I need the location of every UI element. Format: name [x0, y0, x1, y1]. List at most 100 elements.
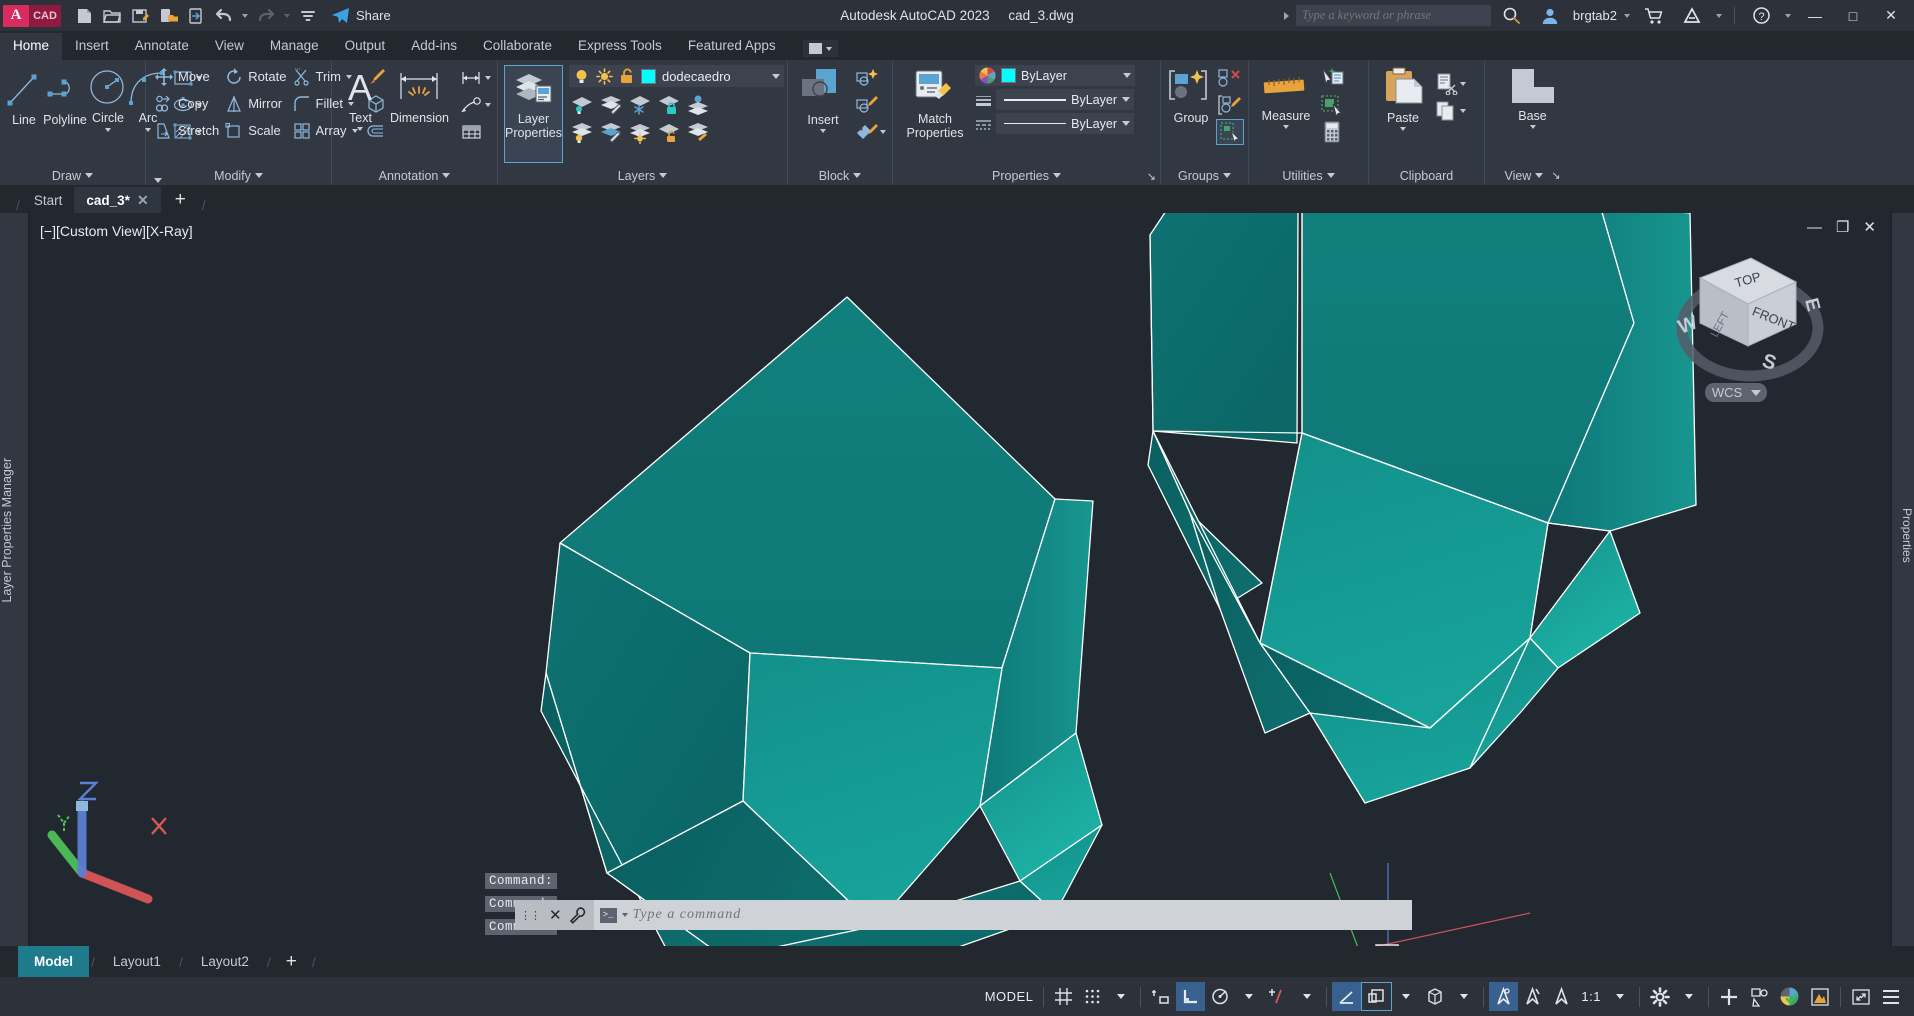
linear-dimension-caret-icon[interactable]: [485, 75, 491, 80]
layer-lock-icon[interactable]: [656, 92, 682, 117]
layout-tab-layout1[interactable]: Layout1: [97, 946, 177, 977]
line-tool[interactable]: Line: [6, 65, 42, 127]
new-file-icon[interactable]: [71, 4, 97, 28]
3d-object-snap-caret-icon[interactable]: [1450, 982, 1478, 1011]
rotate-tool[interactable]: Rotate: [222, 64, 289, 89]
panel-view-caret-icon[interactable]: [1535, 173, 1544, 178]
scale-tool[interactable]: Scale: [222, 118, 289, 143]
help-menu-caret-icon[interactable]: [1785, 13, 1791, 18]
workspace-settings-caret-icon[interactable]: [1675, 982, 1703, 1011]
tab-output[interactable]: Output: [332, 33, 399, 60]
autodesk-app-icon[interactable]: [1675, 1, 1709, 31]
group-selection-on-icon[interactable]: [1216, 119, 1244, 145]
tab-addins[interactable]: Add-ins: [398, 33, 470, 60]
open-file-icon[interactable]: [99, 4, 125, 28]
table-icon[interactable]: [459, 119, 485, 144]
maximize-button[interactable]: □: [1836, 1, 1870, 31]
color-dropdown[interactable]: ByLayer: [975, 65, 1135, 86]
ribbon-more-tabs-button[interactable]: [802, 40, 838, 57]
polyline-tool[interactable]: Polyline: [42, 65, 88, 127]
circle-tool-caret-icon[interactable]: [105, 128, 111, 132]
properties-dialog-launcher[interactable]: ↘: [1147, 170, 1156, 183]
mirror-tool[interactable]: Mirror: [222, 91, 289, 116]
insert-block-button[interactable]: Insert: [794, 65, 852, 133]
calculator-icon[interactable]: [1319, 119, 1345, 144]
dynamic-ucs-toggle[interactable]: [1489, 982, 1519, 1011]
tab-collaborate[interactable]: Collaborate: [470, 33, 565, 60]
tab-featured-apps[interactable]: Featured Apps: [675, 33, 789, 60]
hardware-accel-icon[interactable]: [1805, 982, 1835, 1011]
layer-merge-icon[interactable]: [685, 92, 711, 117]
measure-caret-icon[interactable]: [1283, 125, 1289, 129]
cut-icon[interactable]: [1434, 71, 1460, 96]
graphics-performance-icon[interactable]: [1774, 982, 1805, 1011]
tab-insert[interactable]: Insert: [62, 33, 122, 60]
snap-mode-toggle[interactable]: [1078, 982, 1107, 1011]
command-bar-grip-icon[interactable]: ⋮⋮: [515, 909, 543, 922]
ucs-icon-toggle[interactable]: [1361, 982, 1393, 1011]
viewport-close-icon[interactable]: ✕: [1863, 220, 1876, 235]
layer-properties-button[interactable]: Layer Properties: [504, 65, 563, 163]
help-icon[interactable]: ?: [1744, 1, 1778, 31]
ucs-icon-caret-icon[interactable]: [1392, 982, 1420, 1011]
layer-on-bulb-icon[interactable]: [573, 68, 590, 85]
current-layer-dropdown[interactable]: dodecaedro: [568, 65, 784, 87]
view-cube[interactable]: W E S TOP FRONT LEFT WCS: [1665, 238, 1835, 408]
layer-unlock-icon[interactable]: [619, 68, 635, 85]
autocad-logo-icon[interactable]: A: [3, 4, 29, 27]
edit-attribute-icon[interactable]: [854, 119, 880, 144]
tab-manage[interactable]: Manage: [257, 33, 332, 60]
paste-button[interactable]: Paste: [1375, 65, 1431, 131]
stretch-tool[interactable]: Stretch: [152, 118, 222, 143]
edit-attribute-caret-icon[interactable]: [880, 129, 886, 134]
close-button[interactable]: ✕: [1874, 1, 1908, 31]
redo-dropdown-icon[interactable]: [284, 13, 290, 18]
command-input[interactable]: [632, 907, 1406, 923]
customization-plus[interactable]: [1714, 982, 1744, 1011]
select-all-icon[interactable]: [1319, 92, 1345, 117]
snap-mode-caret-icon[interactable]: [1107, 982, 1135, 1011]
measure-button[interactable]: Measure: [1255, 65, 1317, 129]
panel-modify-caret-icon[interactable]: [254, 173, 263, 178]
save-icon[interactable]: [127, 4, 153, 28]
linear-dimension-icon[interactable]: [459, 65, 485, 90]
isolate-objects-icon[interactable]: [1744, 982, 1774, 1011]
file-tab-close-icon[interactable]: ✕: [137, 192, 149, 209]
copy-clip-icon[interactable]: [1434, 98, 1460, 123]
search-icon[interactable]: [1495, 1, 1529, 31]
leader-icon[interactable]: [459, 92, 485, 117]
new-layout-button[interactable]: +: [273, 951, 310, 973]
panel-properties-caret-icon[interactable]: [1052, 173, 1061, 178]
tab-express-tools[interactable]: Express Tools: [565, 33, 675, 60]
properties-panel[interactable]: Properties: [1891, 213, 1914, 946]
tab-view[interactable]: View: [202, 33, 257, 60]
text-tool-caret-icon[interactable]: [357, 127, 364, 131]
layout-tab-model[interactable]: Model: [18, 946, 89, 977]
undo-dropdown-icon[interactable]: [242, 13, 248, 18]
move-tool[interactable]: Move: [152, 64, 222, 89]
polar-tracking-toggle[interactable]: [1205, 982, 1235, 1011]
base-view-button[interactable]: Base: [1502, 65, 1564, 129]
layout-tab-layout2[interactable]: Layout2: [185, 946, 265, 977]
search-expand-icon[interactable]: [1283, 11, 1289, 20]
user-avatar-icon[interactable]: [1533, 1, 1567, 31]
layer-match-icon[interactable]: [685, 120, 711, 145]
command-bar-close-icon[interactable]: ✕: [543, 906, 568, 924]
panel-draw-title[interactable]: Draw: [2, 166, 143, 185]
object-snap-tracking-caret-icon[interactable]: [1293, 982, 1321, 1011]
lineweight-dropdown[interactable]: ByLayer: [996, 89, 1134, 110]
viewport-restore-icon[interactable]: ❐: [1836, 220, 1849, 235]
ungroup-icon[interactable]: [1216, 65, 1242, 90]
panel-block-caret-icon[interactable]: [853, 173, 862, 178]
layer-properties-manager-panel[interactable]: Layer Properties Manager: [0, 213, 29, 946]
selection-cycling-toggle[interactable]: [1518, 982, 1547, 1011]
text-tool[interactable]: A Text: [338, 65, 383, 131]
viewport-config-label[interactable]: [−][Custom View][X-Ray]: [40, 223, 193, 239]
tab-annotate[interactable]: Annotate: [122, 33, 202, 60]
command-input-wrap[interactable]: >_: [593, 900, 1412, 930]
panel-draw-caret-icon[interactable]: [85, 173, 94, 178]
match-properties-button[interactable]: Match Properties: [899, 65, 971, 140]
current-layer-caret-icon[interactable]: [771, 73, 780, 79]
panel-groups-caret-icon[interactable]: [1223, 173, 1231, 178]
insert-caret-icon[interactable]: [820, 129, 826, 133]
